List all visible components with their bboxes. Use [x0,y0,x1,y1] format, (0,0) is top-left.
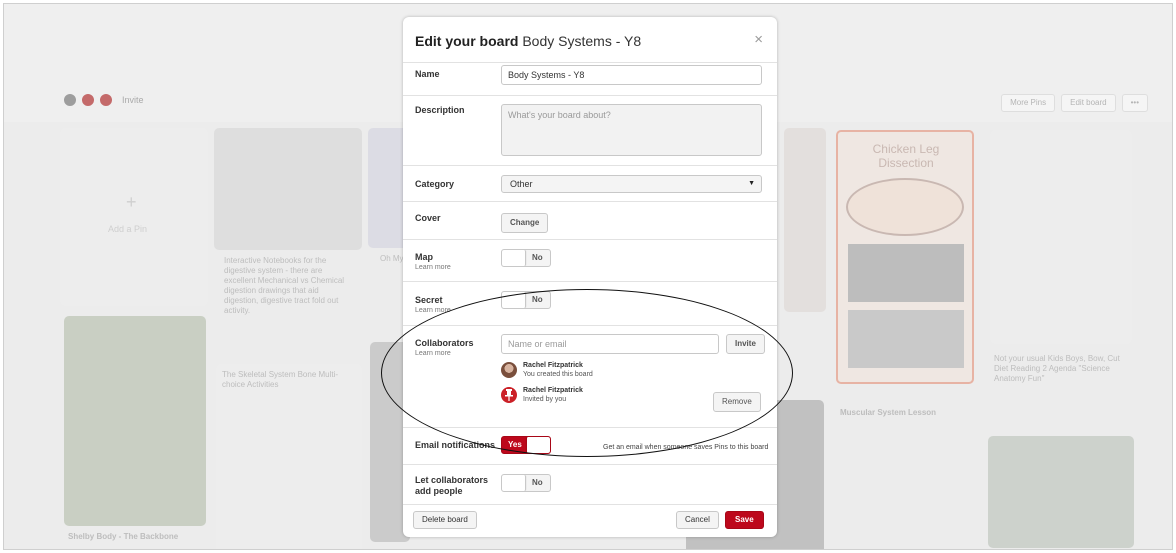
collaborator-item: Rachel Fitzpatrick You created this boar… [501,361,593,379]
more-options-button: ••• [1121,94,1148,112]
email-notifications-note: Get an email when someone saves Pins to … [603,444,769,451]
avatar [501,387,517,403]
cover-label: Cover [415,213,441,223]
category-label: Category [415,179,455,189]
pin-caption: Interactive Notebooks for the digestive … [224,256,345,315]
chevron-down-icon: ▼ [748,180,755,187]
pin-caption: The Skeletal System Bone Multi-choice Ac… [222,370,339,389]
cancel-button[interactable]: Cancel [676,511,719,529]
dialog-title-bold: Edit your board [415,33,519,49]
collaborator-name: Rachel Fitzpatrick [523,387,583,394]
collaborator-name: Rachel Fitzpatrick [523,362,583,369]
edit-board-button: Edit board [1061,94,1116,112]
secret-learn-more-link[interactable]: Learn more [415,306,451,315]
collaborator-item: Rachel Fitzpatrick Invited by you [501,386,583,404]
pin-image [848,244,964,302]
collaborator-email-input[interactable] [501,334,719,354]
pin-card: Chicken Leg Dissection [836,130,974,384]
dialog-title: Edit your board Body Systems - Y8 [415,33,641,49]
change-cover-button[interactable]: Change [501,213,549,233]
let-collaborators-line1: Let collaborators [415,475,489,485]
save-button[interactable]: Save [725,511,764,529]
collaborator-note: You created this board [523,371,593,378]
invite-button[interactable]: Invite [726,334,765,354]
pin-image [848,310,964,368]
let-collaborators-label: Let collaborators add people [415,475,488,497]
cover-row: Cover Change [403,202,777,240]
delete-board-button[interactable]: Delete board [413,511,477,529]
email-notifications-row: Email notifications Yes Get an email whe… [403,428,777,465]
dialog-header: Edit your board Body Systems - Y8 × [403,17,777,63]
toggle-knob [502,475,526,491]
let-collaborators-line2: add people [415,486,463,496]
email-notifications-state: Yes [508,440,522,449]
map-row: Map Learn more No [403,240,777,282]
description-input[interactable] [501,104,762,156]
email-notifications-toggle[interactable]: Yes [501,436,551,454]
pin-image [846,178,964,236]
let-collaborators-row: Let collaborators add people No [403,465,777,505]
secret-label-text: Secret [415,295,443,305]
secret-toggle-state: No [532,295,543,304]
avatar [62,92,78,108]
pin-card [990,130,1132,344]
collaborators-label: Collaborators Learn more [415,338,474,358]
add-pin-label: Add a Pin [108,224,148,234]
name-label: Name [415,69,440,79]
category-select[interactable]: Other ▼ [501,175,762,193]
toggle-knob [502,250,526,266]
let-collaborators-toggle[interactable]: No [501,474,551,492]
pin-card [368,128,408,248]
remove-collaborator-button[interactable]: Remove [713,392,761,412]
collaborator-avatars: Invite [62,92,144,108]
close-icon[interactable]: × [754,31,763,48]
pin-card [216,364,362,549]
description-row: Description [403,96,777,166]
name-input[interactable] [501,65,762,85]
board-actions: More Pins Edit board ••• [1001,94,1148,112]
pin-caption: Not your usual Kids Boys, Bow, Cut Diet … [994,354,1120,383]
plus-icon: + [126,192,137,212]
toggle-knob [526,437,550,453]
collaborator-info: Rachel Fitzpatrick Invited by you [523,386,583,404]
map-toggle-state: No [532,253,543,262]
category-value: Other [510,179,533,189]
avatar [80,92,96,108]
invite-link: Invite [122,95,144,105]
dialog-title-board: Body Systems - Y8 [522,33,642,49]
toggle-knob [502,292,526,308]
secret-toggle[interactable]: No [501,291,551,309]
collaborator-note: Invited by you [523,396,567,403]
collaborators-row: Collaborators Learn more Invite Rachel F… [403,326,777,428]
description-label: Description [415,105,465,115]
let-collaborators-state: No [532,478,543,487]
pin-caption: Muscular System Lesson [840,408,937,417]
collaborators-label-text: Collaborators [415,338,474,348]
map-toggle[interactable]: No [501,249,551,267]
secret-row: Secret Learn more No [403,282,777,326]
avatar [501,362,517,378]
collaborators-learn-more-link[interactable]: Learn more [415,349,474,358]
pin-card [214,128,362,250]
pin-card [64,316,206,526]
edit-board-dialog: Edit your board Body Systems - Y8 × Name… [403,17,777,537]
pin-card [784,128,826,312]
email-notifications-label: Email notifications [415,440,496,450]
more-pins-button: More Pins [1001,94,1056,112]
add-pin-card: + Add a Pin [60,128,208,306]
pin-caption: Shelby Body - The Backbone [68,532,179,541]
category-row: Category Other ▼ [403,166,777,202]
map-label-text: Map [415,252,433,262]
pushpin-icon [505,389,513,401]
collaborator-info: Rachel Fitzpatrick You created this boar… [523,361,593,379]
map-learn-more-link[interactable]: Learn more [415,263,451,272]
avatar [98,92,114,108]
pin-caption: Chicken Leg Dissection [872,142,940,170]
map-label: Map Learn more [415,252,451,272]
name-row: Name [403,63,777,96]
pin-card [988,436,1134,548]
secret-label: Secret Learn more [415,295,451,315]
